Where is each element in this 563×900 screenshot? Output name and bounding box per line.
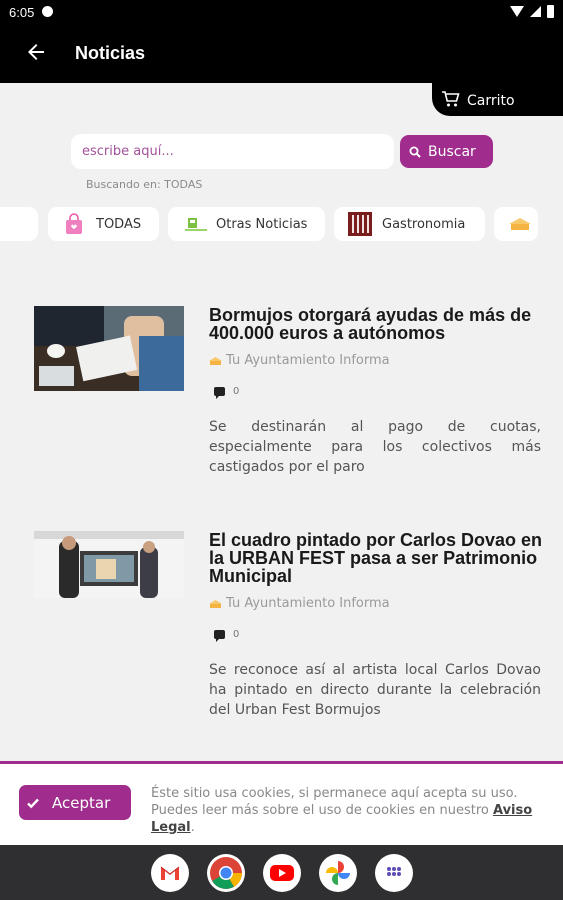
news-category-label: Tu Ayuntamiento Informa bbox=[226, 353, 390, 368]
category-chip-todas[interactable]: TODAS bbox=[48, 207, 159, 241]
comment-count-value: 0 bbox=[233, 386, 240, 397]
comment-count: 0 bbox=[214, 386, 240, 399]
battery-icon bbox=[547, 5, 554, 18]
town-hall-icon bbox=[509, 218, 531, 230]
news-category[interactable]: Tu Ayuntamiento Informa bbox=[209, 353, 390, 368]
back-arrow-icon[interactable] bbox=[24, 40, 48, 64]
comment-icon bbox=[214, 630, 225, 642]
shopping-bag-icon bbox=[66, 213, 82, 234]
comment-count: 0 bbox=[214, 629, 240, 642]
category-chip-gastronomia[interactable]: Gastronomia bbox=[334, 207, 485, 241]
page-title: Noticias bbox=[75, 43, 146, 63]
news-thumbnail[interactable] bbox=[34, 531, 184, 598]
search-button[interactable]: Buscar bbox=[400, 135, 493, 168]
search-button-label: Buscar bbox=[428, 143, 476, 160]
news-item[interactable]: Bormujos otorgará ayudas de más de 400.0… bbox=[34, 306, 544, 486]
news-thumbnail[interactable] bbox=[34, 306, 184, 391]
wifi-icon bbox=[510, 6, 524, 17]
cart-button[interactable]: Carrito bbox=[432, 83, 563, 116]
search-icon bbox=[409, 146, 421, 158]
app-drawer-icon[interactable] bbox=[375, 854, 413, 892]
app-bar: Noticias bbox=[0, 25, 563, 83]
category-label: Otras Noticias bbox=[216, 216, 308, 232]
search-scope-text: Buscando en: TODAS bbox=[86, 178, 203, 191]
news-item[interactable]: El cuadro pintado por Carlos Dovao en la… bbox=[34, 531, 544, 721]
cookie-notice: Éste sitio usa cookies, si permanece aqu… bbox=[151, 785, 546, 836]
news-excerpt: Se destinarán al pago de cuotas, especia… bbox=[209, 419, 541, 475]
system-icons bbox=[510, 5, 554, 18]
category-chip-otras-noticias[interactable]: Otras Noticias bbox=[168, 207, 325, 241]
news-title[interactable]: El cuadro pintado por Carlos Dovao en la… bbox=[209, 531, 544, 585]
cookie-text: Éste sitio usa cookies, si permanece aqu… bbox=[151, 786, 518, 818]
check-icon bbox=[27, 798, 39, 808]
navigation-bar bbox=[0, 845, 563, 900]
news-excerpt: Se reconoce así al artista local Carlos … bbox=[209, 662, 541, 718]
category-chip-partial-right[interactable] bbox=[494, 207, 538, 241]
comment-count-value: 0 bbox=[233, 629, 240, 640]
youtube-icon[interactable] bbox=[263, 854, 301, 892]
cookie-banner: Aceptar Éste sitio usa cookies, si perma… bbox=[0, 761, 563, 845]
accept-label: Aceptar bbox=[52, 793, 111, 812]
news-icon bbox=[185, 218, 207, 231]
category-strip[interactable]: TODAS Otras Noticias Gastronomia bbox=[0, 207, 563, 241]
search-input[interactable] bbox=[71, 134, 394, 169]
news-category-label: Tu Ayuntamiento Informa bbox=[226, 596, 390, 611]
comment-icon bbox=[214, 387, 225, 399]
cookie-text-period: . bbox=[190, 820, 195, 835]
news-category[interactable]: Tu Ayuntamiento Informa bbox=[209, 596, 390, 611]
category-label: Gastronomia bbox=[382, 216, 466, 232]
chrome-icon[interactable] bbox=[207, 854, 245, 892]
status-time: 6:05 bbox=[9, 5, 35, 20]
category-chip-partial[interactable] bbox=[0, 207, 38, 241]
cart-label: Carrito bbox=[467, 93, 515, 109]
message-notification-icon bbox=[42, 6, 53, 17]
cellular-signal-icon bbox=[530, 6, 541, 17]
accept-cookies-button[interactable]: Aceptar bbox=[19, 785, 131, 820]
photos-icon[interactable] bbox=[319, 854, 357, 892]
shopping-cart-icon bbox=[442, 91, 460, 107]
gmail-icon[interactable] bbox=[151, 854, 189, 892]
town-hall-icon bbox=[209, 599, 222, 608]
town-hall-icon bbox=[209, 356, 222, 365]
news-title[interactable]: Bormujos otorgará ayudas de más de 400.0… bbox=[209, 306, 544, 342]
category-label: TODAS bbox=[96, 216, 142, 232]
cutlery-icon bbox=[348, 212, 372, 236]
status-bar: 6:05 bbox=[0, 0, 563, 25]
